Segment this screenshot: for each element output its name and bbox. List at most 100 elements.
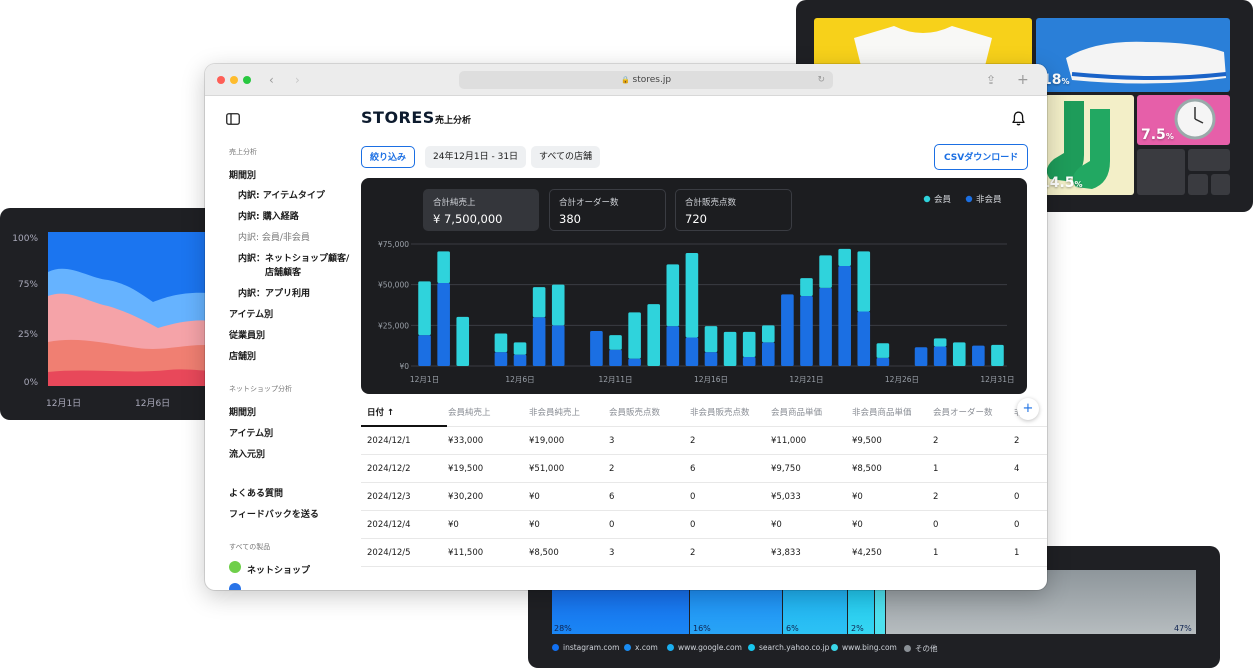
bell-icon[interactable] <box>1012 111 1025 126</box>
browser-toolbar: ‹ › 🔒 stores.jp ↻ ⇪ + <box>205 64 1047 96</box>
bar-non-member[interactable] <box>761 342 775 366</box>
segment-label: 6% <box>786 624 799 633</box>
reload-icon[interactable]: ↻ <box>817 71 825 89</box>
bar-member[interactable] <box>991 344 1004 366</box>
forward-icon[interactable]: › <box>295 71 300 89</box>
column-header[interactable]: 会員商品単価 <box>771 406 822 418</box>
table-cell: 2 <box>933 436 939 446</box>
sidebar-item-purchase-route[interactable]: 内訳: 購入経路 <box>238 209 299 222</box>
bar-non-member[interactable] <box>666 326 680 366</box>
bar-non-member[interactable] <box>914 347 928 366</box>
sidebar-item-app-usage[interactable]: 内訳：アプリ利用 <box>238 286 310 299</box>
sidebar-item-net-by-item[interactable]: アイテム別 <box>229 426 273 439</box>
bar-member[interactable] <box>857 251 871 312</box>
segment-label: 16% <box>693 624 711 633</box>
sidebar-item-member[interactable]: 内訳: 会員/非会員 <box>238 230 310 243</box>
table-cell: 0 <box>933 520 939 530</box>
bar-member[interactable] <box>685 252 699 338</box>
bar-member[interactable] <box>933 338 947 347</box>
y-tick: 25% <box>17 330 38 340</box>
sidebar-toggle-icon[interactable] <box>226 113 240 125</box>
bar-non-member[interactable] <box>494 352 508 366</box>
table-cell: ¥9,500 <box>852 436 882 446</box>
bar-non-member[interactable] <box>437 283 450 366</box>
table-cell: ¥0 <box>529 520 540 530</box>
bar-non-member[interactable] <box>972 345 985 366</box>
bar-member[interactable] <box>761 325 775 343</box>
bar-non-member[interactable] <box>819 287 832 366</box>
sidebar-item-net-by-source[interactable]: 流入元別 <box>229 447 265 460</box>
bar-member[interactable] <box>532 287 546 318</box>
bar-member[interactable] <box>418 281 431 336</box>
bar-member[interactable] <box>800 278 813 297</box>
bar-non-member[interactable] <box>838 265 851 366</box>
column-header[interactable]: 会員純売上 <box>448 406 491 418</box>
bar-non-member[interactable] <box>876 357 890 366</box>
date-range-chip[interactable]: 24年12月1日 - 31日 <box>425 146 527 168</box>
sidebar-item-net-period[interactable]: 期間別 <box>229 405 256 418</box>
bar-non-member[interactable] <box>532 317 546 366</box>
filter-button[interactable]: 絞り込み <box>361 146 416 168</box>
bar-non-member[interactable] <box>590 331 603 366</box>
back-icon[interactable]: ‹ <box>269 71 274 89</box>
bar-member[interactable] <box>666 264 680 327</box>
bar-member[interactable] <box>513 342 527 355</box>
bar-member[interactable] <box>551 284 565 326</box>
bar-member[interactable] <box>742 331 756 358</box>
bar-member[interactable] <box>609 335 622 350</box>
column-header[interactable]: 非会員商品単価 <box>852 406 912 418</box>
close-window-button[interactable] <box>217 76 225 84</box>
share-icon[interactable]: ⇪ <box>986 71 996 89</box>
bar-non-member[interactable] <box>685 337 699 366</box>
bar-non-member[interactable] <box>418 335 431 366</box>
bar-non-member[interactable] <box>742 357 756 366</box>
column-header[interactable]: 非会員純売上 <box>529 406 580 418</box>
sidebar-item-by-staff[interactable]: 従業員別 <box>229 328 265 341</box>
csv-download-button[interactable]: CSVダウンロード <box>934 144 1029 170</box>
sidebar-item-customer-type-2[interactable]: 店舗顧客 <box>265 265 301 278</box>
placeholder-tile <box>1188 149 1230 171</box>
column-header[interactable]: 非会員販売点数 <box>690 406 750 418</box>
bar-member[interactable] <box>628 312 641 359</box>
address-bar[interactable]: 🔒 stores.jp ↻ <box>459 71 833 89</box>
table-cell: 2 <box>609 464 615 474</box>
bar-member[interactable] <box>819 255 832 288</box>
x-tick-label: 12月26日 <box>885 375 919 384</box>
bar-non-member[interactable] <box>933 346 947 366</box>
bar-member[interactable] <box>723 331 737 366</box>
bar-non-member[interactable] <box>609 349 622 366</box>
bar-member[interactable] <box>456 316 470 366</box>
bar-non-member[interactable] <box>781 294 794 366</box>
new-tab-icon[interactable]: + <box>1017 71 1029 89</box>
sidebar-item-by-store[interactable]: 店舗別 <box>229 349 256 362</box>
bar-member[interactable] <box>838 248 851 266</box>
bar-non-member[interactable] <box>800 296 813 366</box>
sidebar-item-feedback[interactable]: フィードバックを送る <box>229 507 319 520</box>
bar-non-member[interactable] <box>704 352 718 366</box>
bar-member[interactable] <box>647 304 661 366</box>
bar-member[interactable] <box>494 333 508 353</box>
date-column-header[interactable]: 日付 ↑ <box>367 406 394 418</box>
column-header[interactable]: 会員販売点数 <box>609 406 660 418</box>
y-tick: 0% <box>23 378 38 388</box>
table-cell: ¥11,000 <box>771 436 807 446</box>
sidebar-item-by-item[interactable]: アイテム別 <box>229 307 273 320</box>
add-column-button[interactable]: + <box>1017 398 1039 420</box>
bar-member[interactable] <box>704 326 718 353</box>
minimize-window-button[interactable] <box>230 76 238 84</box>
bar-non-member[interactable] <box>513 354 527 366</box>
store-chip[interactable]: すべての店舗 <box>531 146 601 168</box>
bar-member[interactable] <box>437 251 450 284</box>
column-header[interactable]: 会員オーダー数 <box>933 406 993 418</box>
bar-non-member[interactable] <box>628 358 641 366</box>
sidebar-item-period[interactable]: 期間別 <box>229 168 256 181</box>
sidebar-item-faq[interactable]: よくある質問 <box>229 486 283 499</box>
bar-member[interactable] <box>876 343 890 358</box>
bar-non-member[interactable] <box>857 311 871 366</box>
sidebar-item-customer-type[interactable]: 内訳：ネットショップ顧客/ <box>238 251 349 264</box>
bar-non-member[interactable] <box>551 325 565 366</box>
product-netshop[interactable]: ネットショップ <box>247 563 310 576</box>
bar-member[interactable] <box>952 342 966 366</box>
maximize-window-button[interactable] <box>243 76 251 84</box>
sidebar-item-item-type[interactable]: 内訳: アイテムタイプ <box>238 188 325 201</box>
